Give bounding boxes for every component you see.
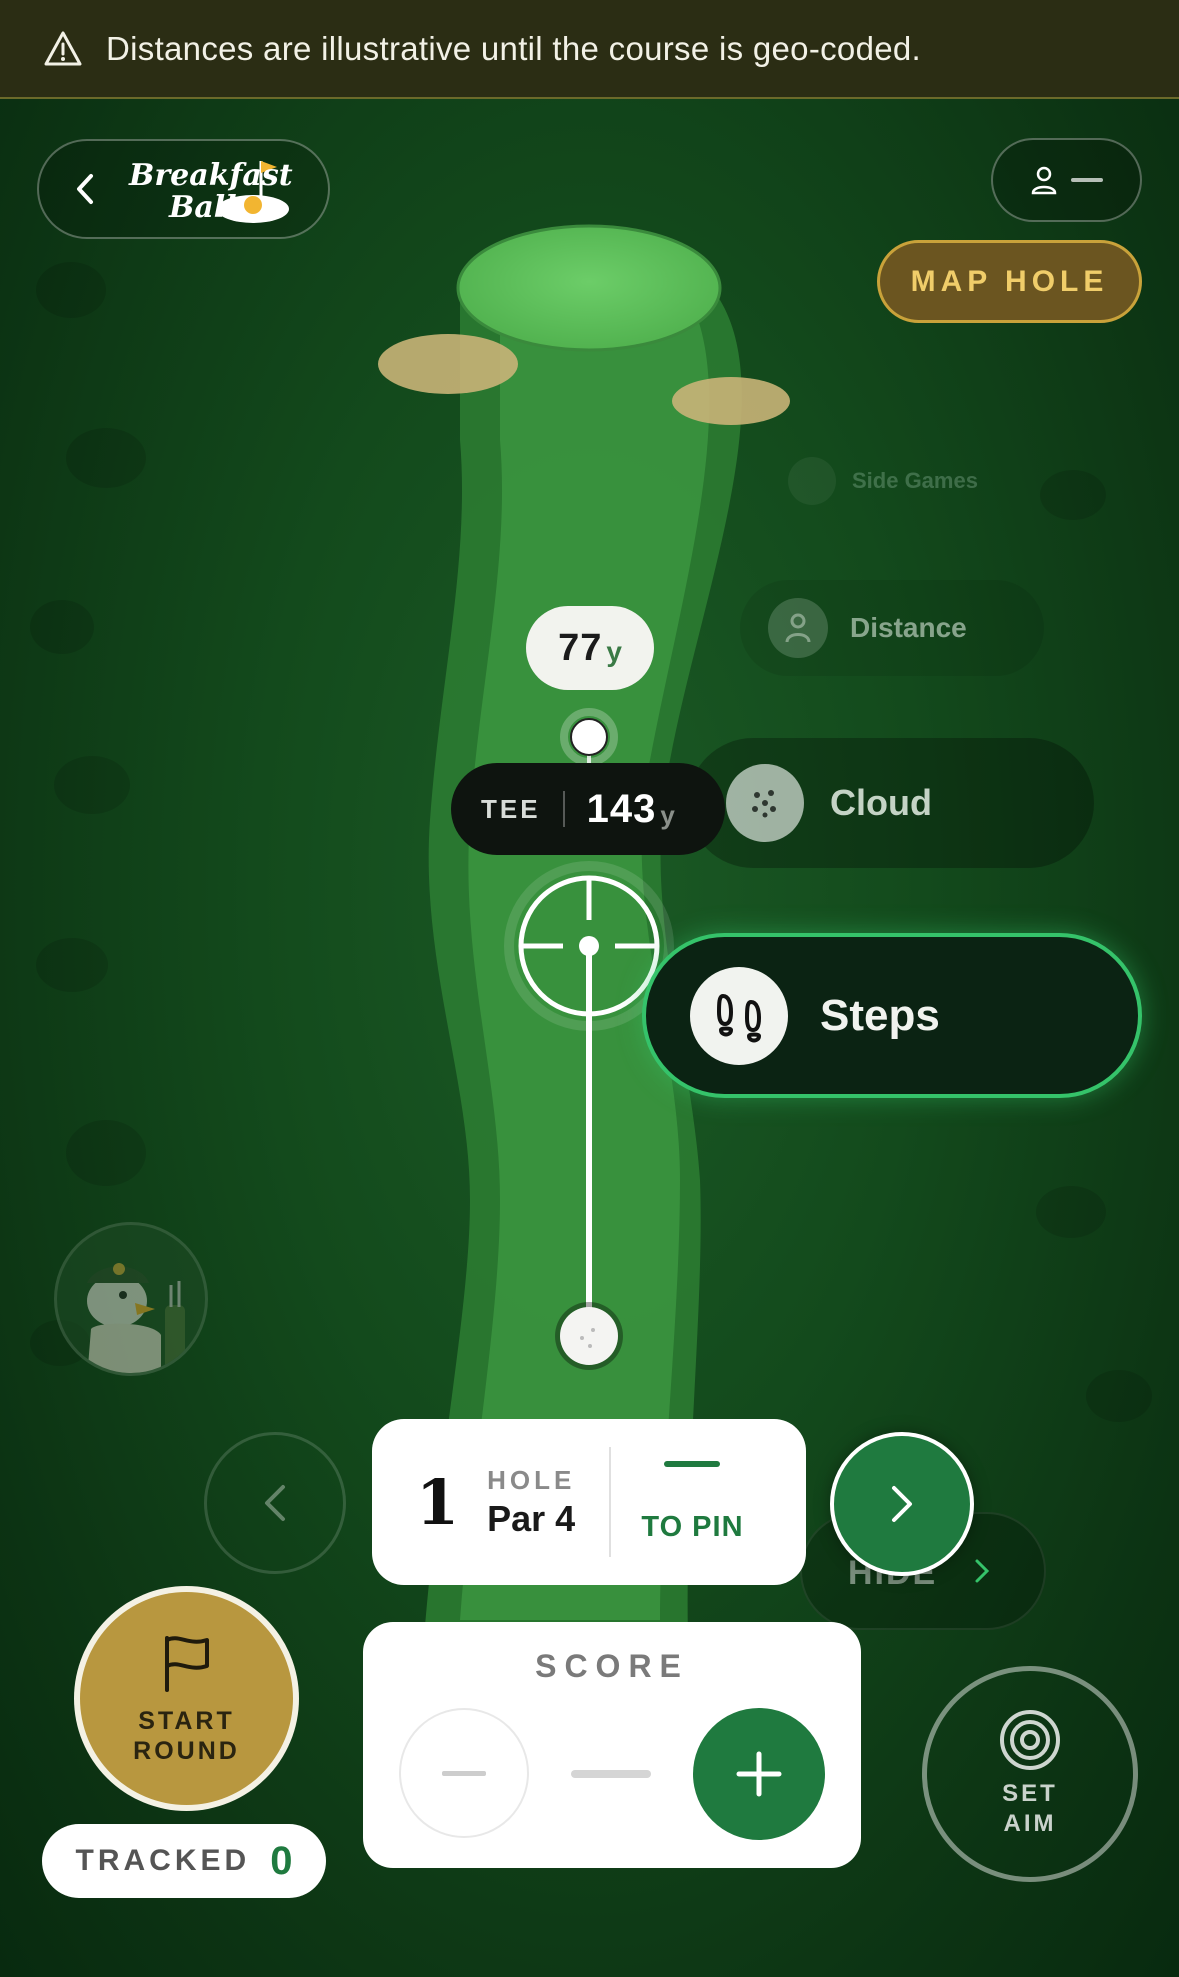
- map-hole-button[interactable]: MAP HOLE: [877, 240, 1142, 323]
- next-hole-button[interactable]: [830, 1432, 974, 1576]
- set-aim-line2: AIM: [1003, 1810, 1057, 1837]
- cloud-option[interactable]: Cloud: [688, 738, 1094, 868]
- start-round-line1: START: [138, 1706, 235, 1735]
- hole-info-card: 1 HOLE Par 4 TO PIN: [372, 1419, 806, 1585]
- scatter-dots-icon: [726, 764, 804, 842]
- start-round-line2: ROUND: [133, 1736, 240, 1765]
- score-card: SCORE: [363, 1622, 861, 1868]
- bunker-left: [378, 334, 518, 394]
- hole-number: 1: [416, 1465, 460, 1539]
- card-divider: [609, 1447, 612, 1557]
- svg-text:Breakfast: Breakfast: [128, 158, 293, 193]
- bunker-right: [672, 377, 790, 425]
- chevron-left-icon: [265, 1485, 285, 1521]
- putting-green: [456, 224, 722, 352]
- tracked-counter: TRACKED 0: [42, 1824, 326, 1898]
- user-profile-button[interactable]: [991, 138, 1142, 222]
- pin-distance-bubble: 77 y: [526, 606, 654, 690]
- pin-distance-unit: y: [606, 636, 622, 667]
- flag-icon: [164, 1635, 209, 1692]
- back-button[interactable]: Breakfast Ball: [37, 139, 330, 239]
- minus-icon: [442, 1770, 486, 1776]
- distance-option[interactable]: Distance: [740, 580, 1044, 676]
- target-icon: [1000, 1710, 1060, 1770]
- footprints-icon: [690, 966, 788, 1065]
- steps-option[interactable]: Steps: [642, 933, 1142, 1098]
- user-name-placeholder: [1070, 178, 1103, 182]
- golf-ball: [555, 1302, 623, 1370]
- start-round-button[interactable]: START ROUND: [74, 1586, 299, 1811]
- mascot-avatar[interactable]: [54, 1222, 208, 1376]
- chevron-left-icon: [77, 174, 93, 204]
- to-pin-label: TO PIN: [641, 1510, 744, 1543]
- side-games-option[interactable]: Side Games: [788, 455, 978, 507]
- par-label: Par 4: [487, 1497, 576, 1539]
- score-label: SCORE: [535, 1648, 689, 1684]
- previous-hole-button[interactable]: [204, 1432, 346, 1574]
- to-pin-value: [664, 1460, 721, 1467]
- person-icon: [768, 598, 828, 658]
- steps-label: Steps: [820, 990, 940, 1040]
- tracked-count: 0: [270, 1838, 293, 1883]
- svg-text:Ball: Ball: [168, 190, 237, 225]
- hole-label: HOLE: [487, 1464, 576, 1495]
- side-games-label: Side Games: [852, 468, 978, 493]
- decrease-score-button[interactable]: [399, 1708, 529, 1838]
- chevron-right-icon: [975, 1559, 990, 1583]
- breakfast-ball-logo: Breakfast Ball: [128, 158, 293, 225]
- score-value: [571, 1770, 651, 1778]
- plus-icon: [736, 1751, 782, 1797]
- tee-divider: [562, 791, 565, 827]
- pin-distance-value: 77: [558, 626, 603, 669]
- tee-label: TEE: [481, 793, 541, 824]
- cloud-label: Cloud: [830, 782, 932, 823]
- set-aim-line1: SET: [1002, 1780, 1058, 1807]
- set-aim-button[interactable]: SET AIM: [922, 1666, 1138, 1882]
- chevron-right-icon: [892, 1486, 912, 1522]
- tracked-label: TRACKED: [75, 1844, 251, 1877]
- user-icon: [1031, 166, 1056, 195]
- side-games-icon: [788, 457, 836, 505]
- tee-distance-pill: TEE 143 y: [451, 763, 725, 855]
- tee-distance-value: 143: [586, 786, 657, 831]
- increase-score-button[interactable]: [693, 1708, 825, 1840]
- distance-label: Distance: [850, 612, 967, 643]
- tee-distance-unit: y: [660, 799, 675, 830]
- to-pin-readout: TO PIN: [641, 1460, 744, 1544]
